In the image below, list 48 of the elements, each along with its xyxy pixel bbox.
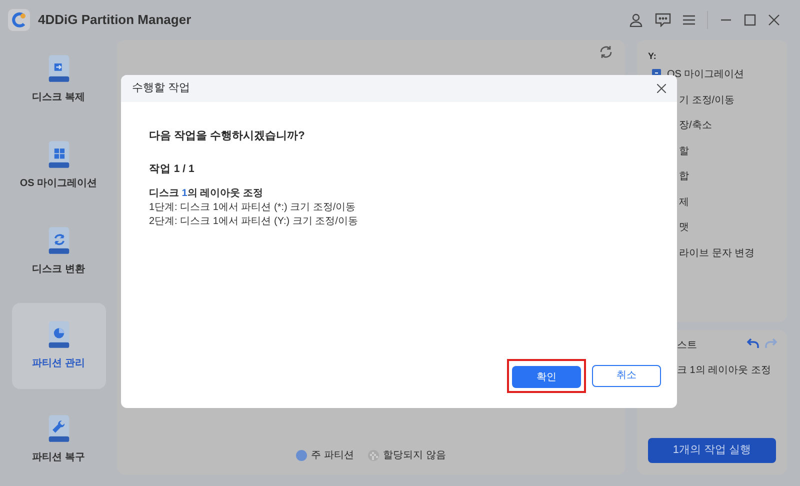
action-item[interactable]: 장/축소 <box>679 118 712 134</box>
task-step: 2단계: 디스크 1에서 파티션 (Y:) 크기 조정/이동 <box>149 215 677 230</box>
app-logo-icon <box>8 9 30 31</box>
sidebar-item[interactable]: 파티션 복구 <box>12 404 106 476</box>
undo-icon[interactable] <box>747 338 759 349</box>
legend-swatch-icon <box>296 450 308 461</box>
dialog-question: 다음 작업을 수행하시겠습니까? <box>149 129 306 144</box>
user-icon[interactable] <box>629 13 643 27</box>
action-item[interactable]: 합 <box>679 169 689 184</box>
task-item: 크 1의 레이아웃 조정 <box>677 364 771 378</box>
maximize-icon[interactable] <box>744 14 756 26</box>
drive-icon <box>46 320 70 350</box>
sidebar-label: 디스크 복제 <box>32 90 85 105</box>
drive-icon <box>46 140 70 170</box>
dialog-title: 수행할 작업 <box>132 81 190 96</box>
sidebar-item[interactable]: 디스크 복제 <box>12 44 106 114</box>
task-step: 1단계: 디스크 1에서 파티션 (*:) 크기 조정/이동 <box>149 201 677 216</box>
action-item[interactable]: 맷 <box>679 220 689 236</box>
task-heading: 작업 1 / 1 <box>149 162 196 176</box>
task-panel-title: 스트 <box>677 339 697 353</box>
window-title: 4DDiG Partition Manager <box>38 11 192 30</box>
legend-label: 할당되지 않음 <box>383 449 446 463</box>
action-item[interactable]: 라이브 문자 변경 <box>679 246 755 261</box>
chat-icon[interactable] <box>655 13 671 27</box>
close-icon[interactable] <box>657 84 666 93</box>
ok-button[interactable]: 확인 <box>512 366 581 388</box>
action-item[interactable]: 기 조정/이동 <box>679 92 735 108</box>
refresh-icon[interactable] <box>599 45 613 59</box>
legend-swatch-icon <box>368 450 379 461</box>
sidebar-label: OS 마이그레이션 <box>20 176 98 191</box>
task-title: 디스크 1의 레이아웃 조정 <box>149 187 264 202</box>
action-item[interactable]: 할 <box>679 144 689 159</box>
drive-icon <box>46 414 70 444</box>
drive-label: Y: <box>647 50 658 62</box>
run-tasks-button[interactable]: 1개의 작업 실행 <box>648 438 776 463</box>
sidebar-label: 디스크 변환 <box>32 263 85 278</box>
cancel-button[interactable]: 취소 <box>592 364 661 387</box>
legend-label: 주 파티션 <box>311 449 354 463</box>
sidebar-label: 파티션 관리 <box>32 357 85 372</box>
close-icon[interactable] <box>768 14 780 26</box>
sidebar-label: 파티션 복구 <box>32 451 85 466</box>
sidebar-item[interactable]: OS 마이그레이션 <box>12 130 106 201</box>
drive-icon <box>46 226 70 256</box>
drive-icon <box>46 54 70 84</box>
sidebar-item[interactable]: 디스크 변환 <box>12 216 106 287</box>
action-item[interactable]: 제 <box>679 194 689 210</box>
menu-icon[interactable] <box>683 14 695 26</box>
sidebar-item[interactable]: 파티션 관리 <box>12 302 106 389</box>
